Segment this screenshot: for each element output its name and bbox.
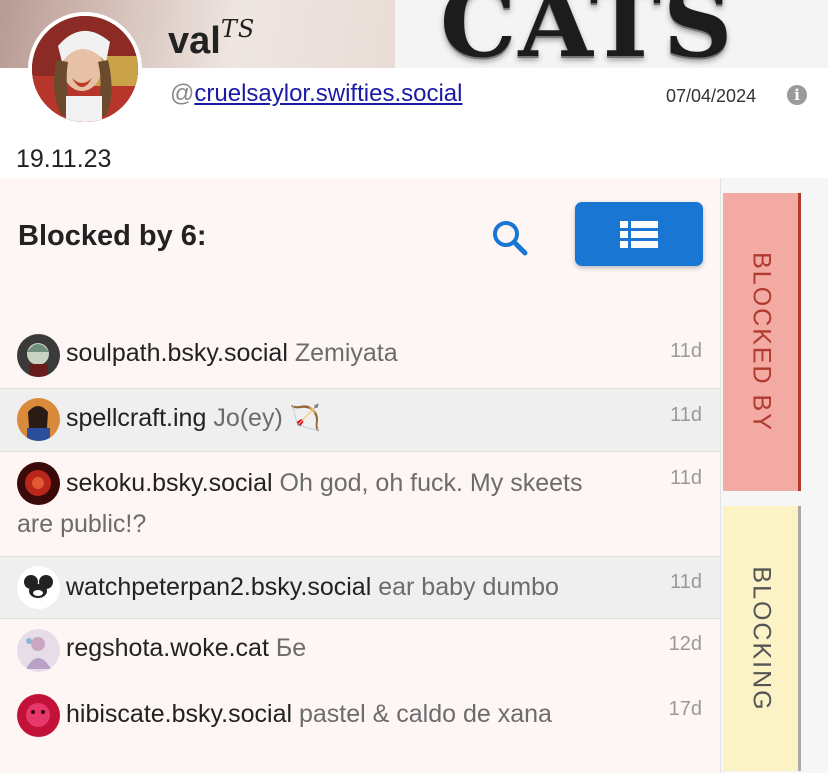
avatar — [17, 629, 60, 672]
list-item-text: soulpath.bsky.social Zemiyata — [66, 332, 666, 374]
list-item-name: pastel & caldo de xana — [298, 700, 552, 728]
list-item-text: hibiscate.bsky.social pastel & caldo de … — [66, 693, 666, 735]
side-tabs: BLOCKED BY BLOCKING — [720, 178, 828, 773]
list-item-age: 17d — [668, 698, 702, 720]
list-item-text: sekoku.bsky.social Oh god, oh fuck. My s… — [66, 462, 666, 504]
list-item-age: 11d — [670, 340, 702, 362]
display-name-text: val — [168, 20, 221, 62]
profile-bio: 19.11.23 — [16, 145, 112, 173]
list-item[interactable]: regshota.woke.cat Бе 12d — [0, 619, 720, 683]
list-item-handle: regshota.woke.cat — [66, 634, 269, 662]
tab-blocked-by[interactable]: BLOCKED BY — [723, 193, 801, 491]
list-item[interactable]: spellcraft.ing Jo(ey) 🏹 11d — [0, 388, 720, 452]
list-item[interactable]: watchpeterpan2.bsky.social ear baby dumb… — [0, 556, 720, 619]
list-item[interactable]: soulpath.bsky.social Zemiyata 11d — [0, 326, 720, 388]
list-icon — [620, 221, 658, 248]
list-item-age: 12d — [668, 633, 702, 655]
list-item-name: Zemiyata — [294, 339, 398, 367]
avatar — [17, 398, 60, 441]
list-item-name-continued: are public!? — [17, 510, 147, 538]
list-item-handle: sekoku.bsky.social — [66, 469, 273, 497]
list-item-handle: watchpeterpan2.bsky.social — [66, 573, 372, 601]
handle-prefix: @ — [170, 80, 195, 107]
search-icon[interactable] — [488, 216, 532, 260]
display-name-suffix: TS — [220, 15, 256, 43]
avatar — [17, 694, 60, 737]
banner-text: CATS — [440, 0, 735, 68]
list-item-age: 11d — [670, 571, 702, 593]
list-item-name: ear baby dumbo — [378, 573, 559, 601]
list-item-age: 11d — [670, 467, 702, 489]
list-item-text: regshota.woke.cat Бе — [66, 627, 666, 669]
list-item-name: Oh god, oh fuck. My skeets — [279, 469, 583, 497]
tab-blocking-label: BLOCKING — [747, 565, 775, 712]
tab-blocked-by-label: BLOCKED BY — [747, 252, 775, 432]
list-item-name: Бе — [275, 634, 307, 662]
panel-title: Blocked by 6: — [18, 220, 207, 252]
info-icon[interactable]: i — [787, 85, 807, 105]
list-item[interactable]: hibiscate.bsky.social pastel & caldo de … — [0, 683, 720, 747]
handle-link[interactable]: cruelsaylor.swifties.social — [194, 80, 462, 107]
list-item-handle: hibiscate.bsky.social — [66, 700, 293, 728]
list-view-button[interactable] — [575, 202, 703, 266]
list-item-handle: spellcraft.ing — [66, 404, 207, 432]
list-item-name: Jo(ey) 🏹 — [213, 404, 321, 432]
display-name: valTS — [168, 15, 255, 63]
list-item-age: 11d — [670, 404, 702, 426]
list-item[interactable]: sekoku.bsky.social Oh god, oh fuck. My s… — [0, 452, 720, 556]
join-date: 07/04/2024 — [666, 86, 757, 106]
profile-avatar[interactable] — [28, 12, 142, 126]
list-item-text: spellcraft.ing Jo(ey) 🏹 — [66, 397, 666, 439]
profile-handle: @cruelsaylor.swifties.social — [170, 80, 462, 108]
list-item-handle: soulpath.bsky.social — [66, 339, 288, 367]
avatar — [17, 334, 60, 377]
avatar — [17, 566, 60, 609]
tab-blocking[interactable]: BLOCKING — [723, 506, 801, 771]
blocked-by-panel: Blocked by 6: soulpath.bsky.social Zemiy… — [0, 178, 720, 773]
list-item-text: watchpeterpan2.bsky.social ear baby dumb… — [66, 566, 666, 608]
avatar — [17, 462, 60, 505]
